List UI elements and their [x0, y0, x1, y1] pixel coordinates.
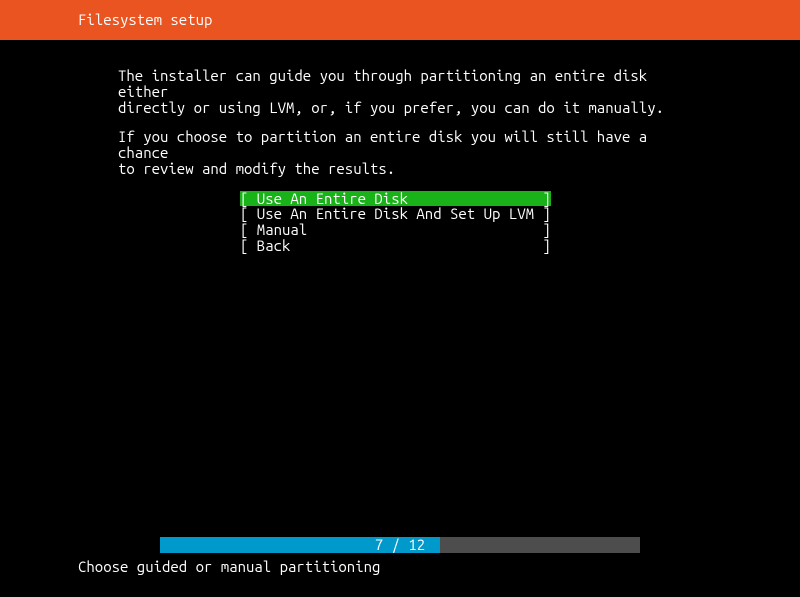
- menu-item-back[interactable]: [ Back ]: [240, 238, 551, 254]
- hint-text: Choose guided or manual partitioning: [0, 559, 800, 575]
- progress-label: 7 / 12: [160, 537, 640, 553]
- menu-item-use-an-entire-disk-and-set-up-lvm[interactable]: [ Use An Entire Disk And Set Up LVM ]: [240, 206, 551, 222]
- page-title: Filesystem setup: [78, 12, 212, 28]
- intro-paragraph-1: The installer can guide you through part…: [118, 68, 680, 115]
- body-text: The installer can guide you through part…: [0, 40, 680, 177]
- menu-item-use-an-entire-disk[interactable]: [ Use An Entire Disk ]: [240, 191, 551, 207]
- installer-header: Filesystem setup: [0, 0, 800, 40]
- progress-area: 7 / 12 Choose guided or manual partition…: [0, 537, 800, 575]
- partition-menu: [ Use An Entire Disk ][ Use An Entire Di…: [240, 191, 551, 254]
- menu-item-manual[interactable]: [ Manual ]: [240, 222, 551, 238]
- progress-bar-bg: 7 / 12: [160, 537, 640, 553]
- intro-paragraph-2: If you choose to partition an entire dis…: [118, 129, 680, 176]
